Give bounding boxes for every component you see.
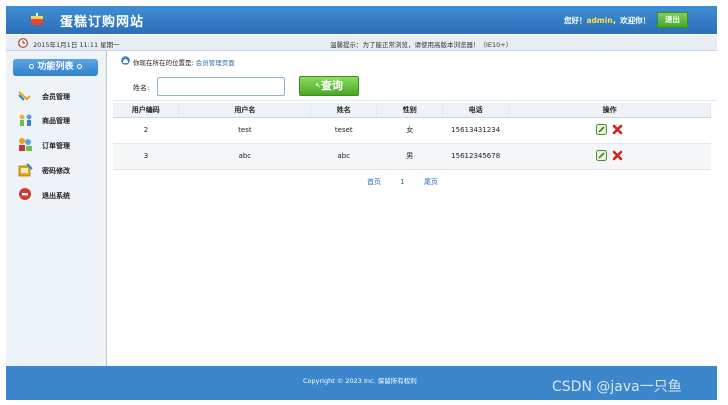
delete-icon[interactable] [612,124,623,135]
column-header-gender: 性别 [376,103,444,118]
welcome-text: 您好！admin，欢迎你！ [564,15,650,26]
column-header-id: 用户编码 [113,103,180,118]
sidebar-item-label: 订单管理 [42,142,70,150]
column-header-actions: 操作 [508,103,711,118]
edit-icon[interactable] [596,123,608,135]
info-bar: 2015年1月1日 11:11 星期一 温馨提示：为了能正常浏览，请使用高版本浏… [6,35,717,51]
sidebar-item-label: 会员管理 [42,93,70,101]
column-header-phone: 电话 [442,103,510,118]
column-header-username: 用户名 [178,103,312,118]
breadcrumb-prefix: 你现在所在的位置是: [133,59,194,67]
dot-icon [76,64,82,69]
footer: Copyright © 2023 Inc. 保留所有权利 CSDN @java一… [6,366,717,400]
cell-gender: 男 [376,143,443,170]
last-page-link[interactable]: 尾页 [424,178,438,186]
clock-icon [18,38,28,48]
table-row: 2 test teset 女 15613431234 [113,117,711,144]
sidebar-item-label: 商品管理 [42,117,70,125]
pagination: 首页 1 尾页 [367,177,455,187]
current-page-number[interactable]: 1 [400,178,404,186]
cell-username: test [178,117,311,144]
cell-username: abc [178,143,311,170]
welcome-suffix: ，欢迎你！ [612,16,651,25]
sidebar-item-orders[interactable]: 订单管理 [18,137,103,153]
sidebar-item-label: 退出系统 [42,192,70,200]
password-icon [18,163,33,177]
sidebar-item-exit[interactable]: 退出系统 [18,187,103,203]
cell-id: 2 [113,117,179,144]
top-header: 蛋糕订购网站 您好！admin，欢迎你！ 退出 [6,6,717,34]
search-bar: 姓名: ↖查询 [113,71,717,101]
orders-icon [19,138,32,151]
query-button[interactable]: ↖查询 [299,76,359,96]
column-header-name: 姓名 [310,103,378,118]
welcome-prefix: 您好！ [564,16,587,25]
home-icon [121,56,130,65]
sidebar-header: 功能列表 [13,59,98,76]
cell-actions [508,117,711,144]
sidebar: 功能列表 会员管理 商品管理 订单管理 密码修改 退出系统 [6,51,107,366]
watermark-text: CSDN @java一只鱼 [552,379,682,395]
dot-icon [29,64,35,69]
cell-id: 3 [113,143,179,170]
site-title: 蛋糕订购网站 [60,15,145,30]
name-search-input[interactable] [157,77,285,96]
table-header-row: 用户编码 用户名 姓名 性别 电话 操作 [113,103,711,118]
table-row: 3 abc abc 男 15612345678 [113,143,711,170]
members-icon [18,91,31,101]
members-table: 用户编码 用户名 姓名 性别 电话 操作 2 test teset 女 1561… [113,103,711,170]
search-label: 姓名: [133,84,150,92]
edit-icon[interactable] [596,149,608,161]
copyright-text: Copyright © 2023 Inc. 保留所有权利 [303,377,417,385]
cell-name: abc [310,143,377,170]
username: admin [586,16,613,25]
query-button-label: 查询 [320,79,343,92]
breadcrumb: 你现在所在的位置是: 会员管理页面 [121,56,235,67]
sidebar-item-password[interactable]: 密码修改 [18,162,103,178]
cell-phone: 15612345678 [442,143,509,170]
cell-gender: 女 [376,117,443,144]
cake-logo-icon [31,13,43,25]
logout-button[interactable]: 退出 [657,12,688,28]
cell-phone: 15613431234 [442,117,509,144]
sidebar-item-products[interactable]: 商品管理 [18,112,103,128]
current-datetime: 2015年1月1日 11:11 星期一 [33,41,120,49]
products-icon [19,114,32,126]
sidebar-item-label: 密码修改 [42,167,70,175]
exit-icon [19,188,31,200]
first-page-link[interactable]: 首页 [367,178,381,186]
sidebar-item-members[interactable]: 会员管理 [18,88,103,104]
delete-icon[interactable] [612,150,623,161]
sidebar-header-label: 功能列表 [37,62,74,72]
cell-actions [508,143,711,170]
browser-notice: 温馨提示：为了能正常浏览，请使用高版本浏览器！（IE10+） [330,41,513,49]
main-content: 你现在所在的位置是: 会员管理页面 姓名: ↖查询 用户编码 用户名 姓名 性别… [113,51,717,366]
cell-name: teset [310,117,377,144]
breadcrumb-current-page[interactable]: 会员管理页面 [196,59,235,67]
